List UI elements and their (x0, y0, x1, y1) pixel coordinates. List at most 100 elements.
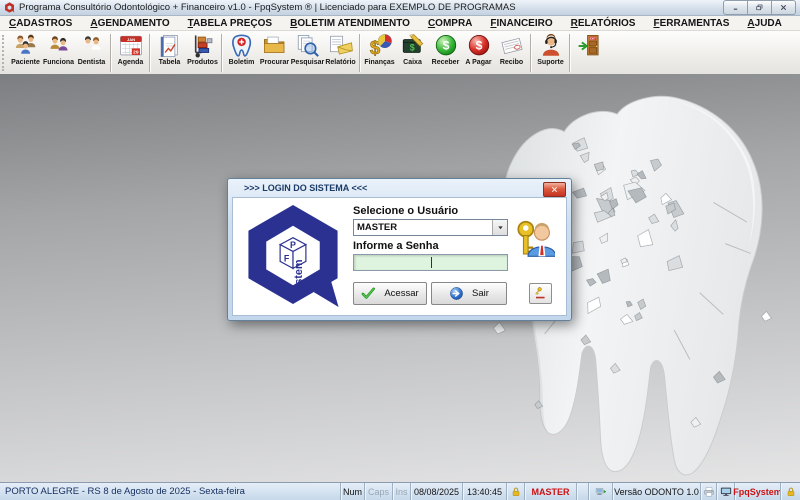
toolbar-button-label: A Pagar (465, 59, 491, 66)
check-icon (361, 286, 376, 301)
dentists-icon (79, 33, 105, 59)
support-icon (538, 33, 564, 59)
svg-text:EXIT: EXIT (589, 36, 595, 40)
pay-icon: $ (466, 33, 492, 59)
patients-icon (13, 33, 39, 59)
toolbar-button-pesquisar[interactable]: Pesquisar (291, 31, 324, 75)
toolbar-button-agenda[interactable]: JAN29Agenda (114, 31, 147, 75)
products-icon (190, 33, 216, 59)
password-input[interactable] (353, 254, 508, 271)
toolbar-button-recibo[interactable]: Recibo (495, 31, 528, 75)
toolbar-button-exit[interactable]: EXIT (573, 31, 606, 75)
svg-text:F: F (284, 253, 290, 263)
svg-text:JAN: JAN (126, 37, 134, 42)
statusbar-time: 13:40:45 (462, 483, 506, 500)
menu-item-boletim-atendimento[interactable]: BOLETIM ATENDIMENTO (281, 18, 419, 29)
statusbar: PORTO ALEGRE - RS 8 de Agosto de 2025 - … (0, 482, 800, 500)
dialog-close-button[interactable] (543, 182, 566, 197)
menubar: CADASTROSAGENDAMENTOTABELA PREÇOSBOLETIM… (0, 16, 800, 31)
svg-text:$: $ (442, 39, 449, 53)
toolbar-button-caixa[interactable]: $Caixa (396, 31, 429, 75)
toolbar-button-label: Suporte (537, 59, 563, 66)
computer-icon (588, 483, 612, 500)
toolbar-button-label: Procurar (260, 59, 289, 66)
menu-item-cadastros[interactable]: CADASTROS (0, 18, 81, 29)
toolbar-button-receber[interactable]: $Receber (429, 31, 462, 75)
statusbar-segments: NumCapsIns08/08/202513:40:45MASTERVersão… (340, 483, 800, 500)
monitor-icon (716, 483, 734, 500)
toolbar-button-produtos[interactable]: Produtos (186, 31, 219, 75)
toolbar-button-label: Paciente (11, 59, 40, 66)
toolbar-button-financas[interactable]: $Finanças (363, 31, 396, 75)
padlock-icon (780, 483, 800, 500)
toolbar-button-boletim[interactable]: Boletim (225, 31, 258, 75)
toolbar-gripper[interactable] (2, 35, 8, 71)
report-icon (328, 33, 354, 59)
toolbar-button-label: Boletim (229, 59, 255, 66)
toolbar-button-label: Finanças (364, 59, 394, 66)
menu-item-tabela-precos[interactable]: TABELA PREÇOS (179, 18, 281, 29)
toolbar-button-label: Recibo (500, 59, 523, 66)
svg-text:P: P (290, 240, 296, 250)
toolbar-button-paciente[interactable]: Paciente (9, 31, 42, 75)
tooth-cross-icon (229, 33, 255, 59)
toolbar-button-suporte[interactable]: Suporte (534, 31, 567, 75)
user-select-label: Selecione o Usuário (353, 205, 458, 217)
toolbar-button-a-pagar[interactable]: $A Pagar (462, 31, 495, 75)
toolbar-button-label: Tabela (159, 59, 181, 66)
toolbar-button-label: Agenda (118, 59, 144, 66)
toolbar-button-label: Caixa (403, 59, 422, 66)
menu-item-agendamento[interactable]: AGENDAMENTO (81, 18, 178, 29)
menu-item-compra[interactable]: COMPRA (419, 18, 481, 29)
menu-item-relatorios[interactable]: RELATÓRIOS (562, 18, 645, 29)
statusbar-version: Versão ODONTO 1.0 (612, 483, 700, 500)
menu-item-ajuda[interactable]: AJUDA (738, 18, 790, 29)
cashbook-icon: $ (400, 33, 426, 59)
toolbar-button-label: Dentista (78, 59, 106, 66)
dialog-titlebar[interactable]: >>> LOGIN DO SISTEMA <<< (228, 179, 571, 197)
text-caret (431, 257, 432, 268)
caps-lock-indicator: Caps (364, 483, 392, 500)
exit-button[interactable]: Sair (431, 282, 507, 305)
access-button[interactable]: Acessar (353, 282, 427, 305)
toolbar-button-dentista[interactable]: Dentista (75, 31, 108, 75)
padlock-icon (506, 483, 524, 500)
window-controls (724, 0, 796, 15)
user-select-value: MASTER (354, 222, 492, 233)
toolbar-button-label: Relatório (325, 59, 355, 66)
statusbar-brand: FpqSystem (734, 483, 780, 500)
toolbar-button-relatorio[interactable]: Relatório (324, 31, 357, 75)
key-user-icon (515, 220, 555, 258)
change-password-button[interactable] (529, 283, 552, 304)
arrow-circle-icon (449, 286, 464, 301)
toolbar-button-procurar[interactable]: Procurar (258, 31, 291, 75)
statusbar-spacer (576, 483, 588, 500)
toolbar-button-tabela[interactable]: Tabela (153, 31, 186, 75)
password-label: Informe a Senha (353, 240, 439, 252)
price-table-icon (157, 33, 183, 59)
toolbar-button-label: Pesquisar (291, 59, 324, 66)
toolbar-separator (569, 34, 571, 72)
restore-button[interactable] (747, 0, 772, 15)
minimize-button[interactable] (723, 0, 748, 15)
toolbar-separator (530, 34, 532, 72)
folder-icon (262, 33, 288, 59)
statusbar-location: PORTO ALEGRE - RS 8 de Agosto de 2025 - … (0, 486, 340, 497)
toolbar-separator (110, 34, 112, 72)
menu-item-ferramentas[interactable]: FERRAMENTAS (644, 18, 738, 29)
toolbar-separator (221, 34, 223, 72)
printer-icon (700, 483, 716, 500)
close-button[interactable] (771, 0, 796, 15)
user-select[interactable]: MASTER (353, 219, 508, 236)
workspace: >>> LOGIN DO SISTEMA <<< P F System Sele… (0, 74, 800, 483)
employees-icon (46, 33, 72, 59)
application-window: { "window": { "title": "Programa Consult… (0, 0, 800, 500)
svg-text:System: System (293, 259, 305, 298)
receive-icon: $ (433, 33, 459, 59)
toolbar-button-funciona[interactable]: Funciona (42, 31, 75, 75)
menu-item-financeiro[interactable]: FINANCEIRO (481, 18, 561, 29)
dialog-title: >>> LOGIN DO SISTEMA <<< (244, 183, 367, 193)
toolbar-separator (359, 34, 361, 72)
chevron-down-icon[interactable] (492, 220, 507, 235)
exit-button-label: Sair (472, 288, 489, 299)
